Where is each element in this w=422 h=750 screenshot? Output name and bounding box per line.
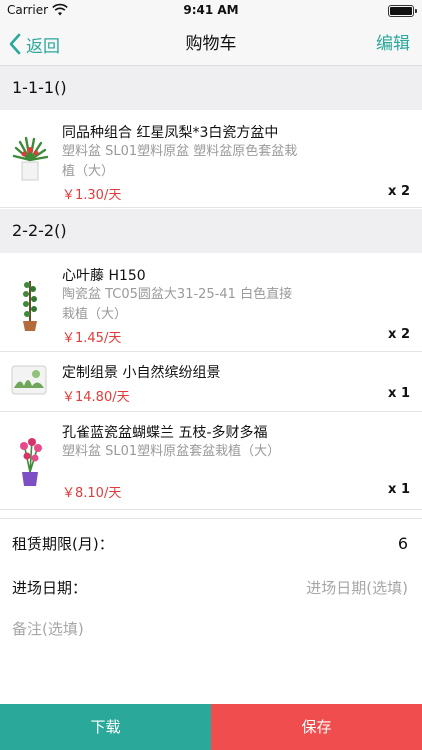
item-price: ￥8.10/天 [62,486,122,501]
status-bar: Carrier 9:41 AM [0,0,422,22]
item-spec: 陶瓷盆 TC05圆盆大31-25-41 白色直接栽植（大） [62,287,293,322]
group-header: 2-2-2() [0,209,422,253]
chevron-left-icon [9,33,21,55]
clock: 9:41 AM [183,3,239,17]
item-quantity: x 1 [388,482,410,497]
item-spec: 塑料盆 SL01塑料原盆 塑料盆原色套盆栽植（大） [62,144,298,179]
item-name: 定制组景 小自然缤纷组景 [62,365,221,381]
edit-button[interactable]: 编辑 [376,22,410,66]
lease-period-row[interactable]: 租赁期限(月)： 6 [0,521,422,565]
item-name: 心叶藤 H150 [62,268,146,284]
product-thumbnail [23,281,37,331]
back-button[interactable]: 返回 [8,22,60,66]
lease-period-value[interactable]: 6 [398,534,408,553]
remark-field[interactable]: 备注(选填) [12,618,410,639]
item-price: ￥1.30/天 [62,188,122,203]
group-header: 1-1-1() [0,66,422,110]
product-thumbnail [12,136,49,181]
save-button[interactable]: 保存 [211,704,422,750]
download-button[interactable]: 下载 [0,704,211,750]
entry-date-row[interactable]: 进场日期： 进场日期(选填) [0,565,422,609]
item-quantity: x 2 [388,184,410,199]
item-quantity: x 2 [388,327,410,342]
lease-period-label: 租赁期限(月)： [12,534,114,553]
product-thumbnail [11,365,47,395]
cart-item[interactable]: 孔雀蓝瓷盆蝴蝶兰 五枝-多财多福 塑料盆 SL01塑料原盆套盆栽植（大） ￥8.… [0,412,422,510]
entry-date-field[interactable]: 进场日期(选填) [306,577,408,598]
item-quantity: x 1 [388,386,410,401]
cart-item[interactable]: 同品种组合 红星凤梨*3白瓷方盆中 塑料盆 SL01塑料原盆 塑料盆原色套盆栽植… [0,110,422,208]
entry-date-label: 进场日期： [12,578,88,597]
cart-item[interactable]: 定制组景 小自然缤纷组景 ￥14.80/天 x 1 [0,352,422,412]
navigation-bar: 返回 购物车 编辑 [0,22,422,66]
page-title: 购物车 [185,34,237,54]
item-price: ￥1.45/天 [62,331,122,346]
back-label: 返回 [26,36,60,57]
item-spec: 塑料盆 SL01塑料原盆套盆栽植（大） [62,444,281,459]
product-thumbnail [20,438,42,486]
cart-item[interactable]: 心叶藤 H150 陶瓷盆 TC05圆盆大31-25-41 白色直接栽植（大） ￥… [0,253,422,352]
battery-icon [388,5,417,17]
item-name: 孔雀蓝瓷盆蝴蝶兰 五枝-多财多福 [62,425,268,441]
item-price: ￥14.80/天 [62,390,130,405]
order-form: 租赁期限(月)： 6 进场日期： 进场日期(选填) 备注(选填) [0,518,422,704]
item-name: 同品种组合 红星凤梨*3白瓷方盆中 [62,125,279,141]
